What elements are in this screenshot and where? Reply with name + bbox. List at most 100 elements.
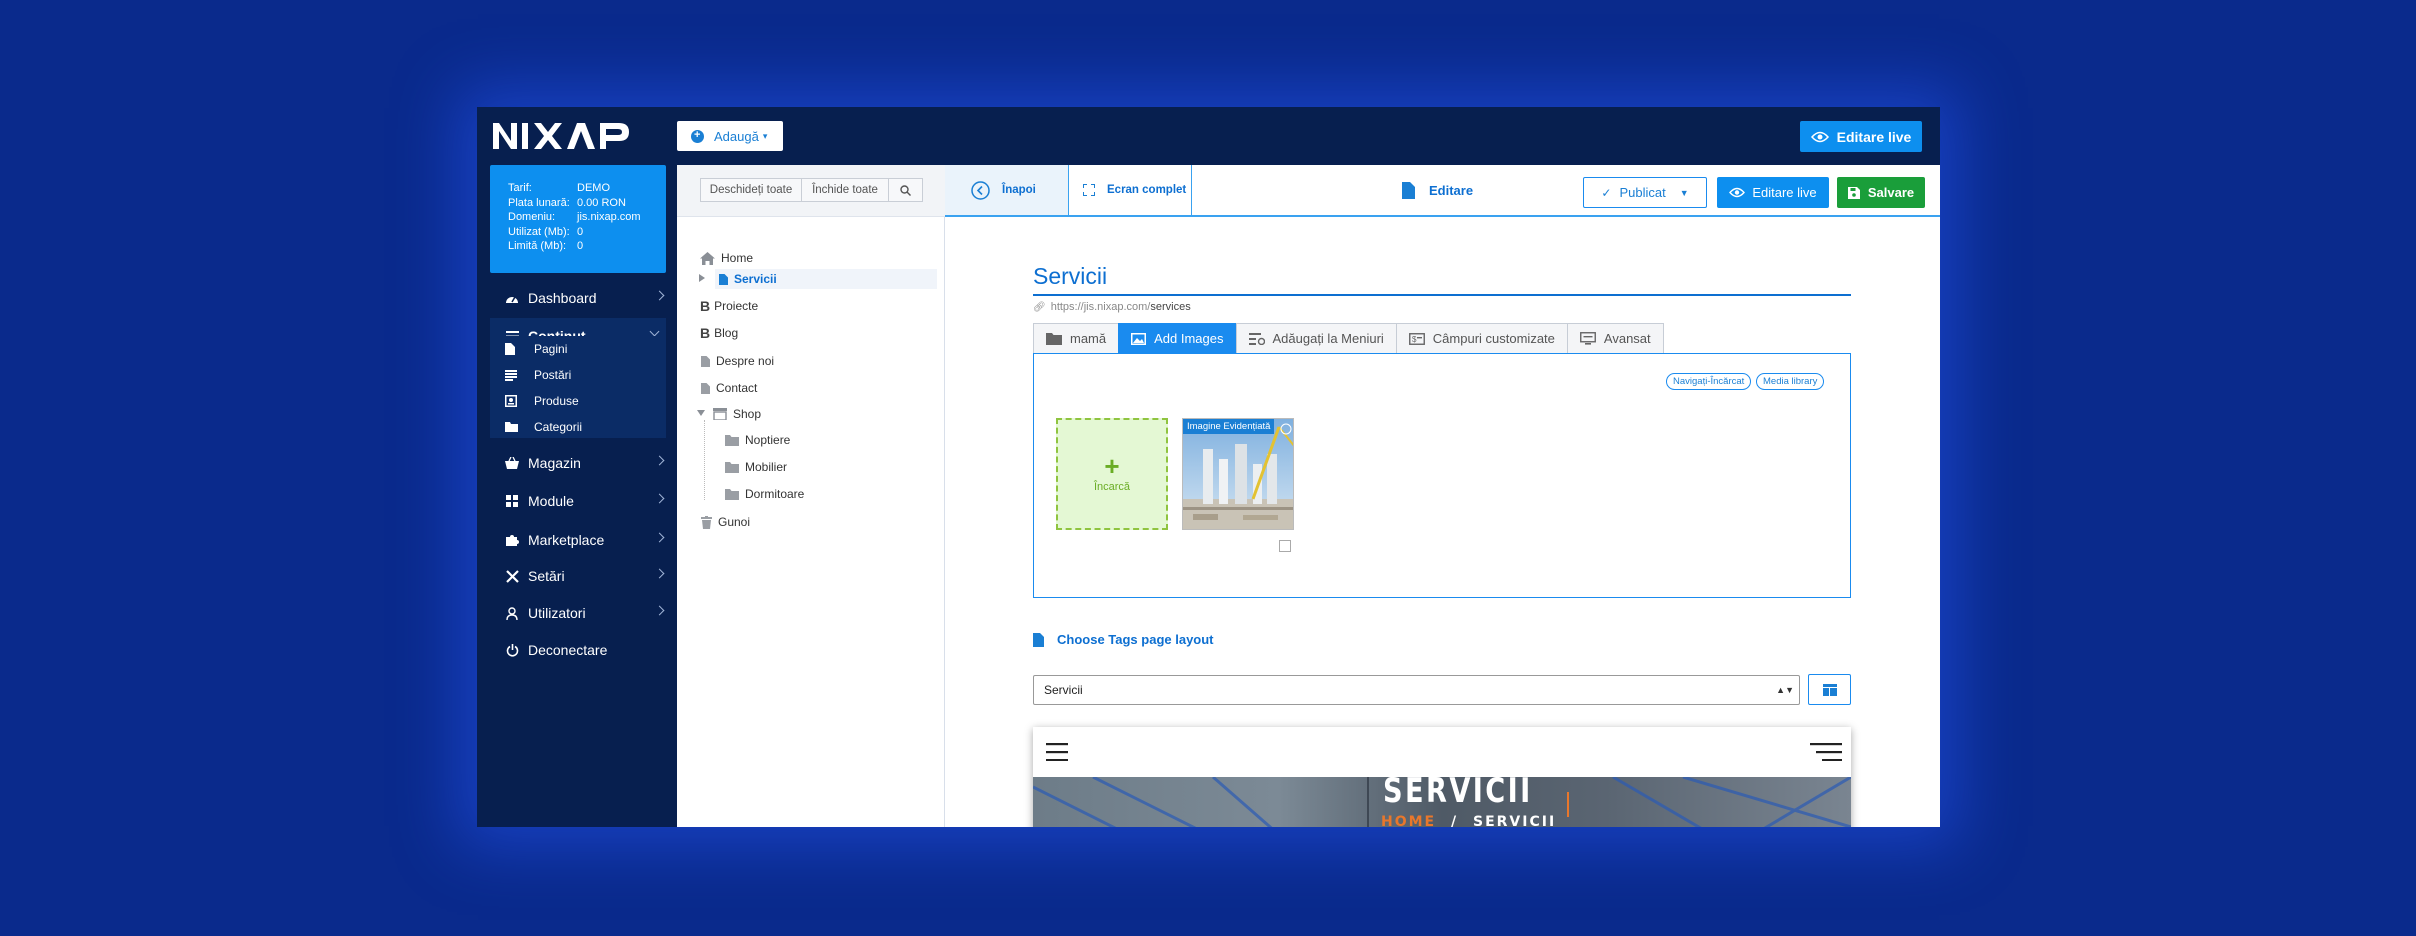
content-submenu: Pagini Postări Produse Categorii — [490, 336, 666, 438]
tree-node-shop[interactable]: Shop — [713, 404, 761, 424]
sidebar-subitem-pagini[interactable]: Pagini — [490, 336, 666, 362]
layout-picker-button[interactable] — [1808, 674, 1851, 705]
page-title-input[interactable]: Servicii — [1033, 263, 1851, 296]
construction-photo — [1183, 419, 1293, 529]
page-icon — [701, 355, 710, 367]
live-edit-top-label: Editare live — [1836, 128, 1912, 145]
preview-breadcrumb: HOME / SERVICII — [1381, 814, 1557, 827]
tree-toolbar: Deschideți toate Închide toate — [677, 165, 945, 217]
tree-node-proiecte[interactable]: B Proiecte — [700, 296, 758, 316]
sidebar-subitem-postari[interactable]: Postări — [490, 362, 666, 388]
edit-toolbar: Înapoi Ecran complet Editare ✓ Publicat … — [945, 165, 1940, 217]
folder-icon — [725, 488, 739, 500]
tree-node-blog[interactable]: B Blog — [700, 323, 738, 343]
puzzle-icon — [505, 533, 519, 547]
document-icon — [1033, 632, 1044, 647]
tree-node-despre-noi[interactable]: Despre noi — [701, 351, 774, 371]
tree-node-noptiere[interactable]: Noptiere — [725, 430, 790, 450]
grid-icon — [505, 494, 519, 508]
live-edit-top-button[interactable]: Editare live — [1800, 121, 1922, 152]
sidebar-subitem-produse[interactable]: Produse — [490, 388, 666, 414]
plan-row: Limită (Mb): 0 — [508, 240, 584, 252]
plan-info-box: Tarif: DEMO Plata lunară: 0.00 RON Domeniu… — [490, 165, 666, 273]
tab-add-images[interactable]: Add Images — [1118, 323, 1237, 353]
preview-hero-title: SERVICII — [1383, 771, 1533, 811]
user-icon — [505, 606, 519, 620]
tab-avansat[interactable]: Avansat — [1566, 323, 1664, 353]
custom-fields-icon: $ — [1408, 332, 1425, 345]
layout-icon — [1822, 683, 1837, 696]
collapse-arrow-icon[interactable] — [697, 410, 705, 416]
bold-b-icon: B — [700, 298, 711, 314]
basket-icon — [505, 456, 519, 470]
tree-node-contact[interactable]: Contact — [701, 378, 757, 398]
save-button[interactable]: Salvare — [1837, 177, 1925, 208]
tree-node-mobilier[interactable]: Mobilier — [725, 457, 787, 477]
tab-mama[interactable]: mamă — [1033, 323, 1120, 353]
trash-icon — [701, 515, 712, 529]
tree-search-button[interactable] — [888, 178, 923, 202]
link-icon: 🔗︎ — [1033, 301, 1046, 313]
editor-tabs: mamă Add Images Adăugați la Meniuri $ Câ… — [1033, 323, 1664, 353]
sidebar-item-marketplace[interactable]: Marketplace — [477, 522, 677, 558]
sidebar-item-setari[interactable]: Setări — [477, 558, 677, 594]
cms-window: Adaugă ▾ Editare live Tarif:DEMO Plata l… — [477, 107, 1940, 827]
tree-node-home[interactable]: Home — [700, 248, 753, 268]
check-icon: ✓ — [1601, 185, 1612, 200]
expand-icon — [1083, 184, 1095, 196]
image-icon — [1131, 332, 1147, 345]
gauge-icon — [505, 291, 519, 305]
editor-main: Servicii 🔗︎ https://jis.nixap.com/servic… — [945, 217, 1940, 827]
tree-node-gunoi[interactable]: Gunoi — [701, 512, 750, 532]
featured-image-checkbox[interactable] — [1279, 540, 1291, 552]
page-url[interactable]: 🔗︎ https://jis.nixap.com/services — [1033, 301, 1191, 313]
floppy-disk-icon — [1847, 186, 1860, 199]
sidebar-item-dashboard[interactable]: Dashboard — [477, 280, 677, 316]
nixap-logo[interactable] — [491, 121, 636, 151]
back-button[interactable]: Înapoi — [945, 165, 1069, 215]
featured-image-badge: Imagine Evidențiată — [1183, 419, 1275, 434]
folder-icon — [1046, 332, 1062, 345]
menu-lines-icon[interactable] — [1810, 743, 1842, 761]
caret-down-icon: ▼ — [1679, 187, 1689, 198]
tree-node-dormitoare[interactable]: Dormitoare — [725, 484, 804, 504]
sidebar-subitem-categorii[interactable]: Categorii — [490, 414, 666, 440]
close-all-button[interactable]: Închide toate — [801, 178, 889, 202]
add-button[interactable]: Adaugă ▾ — [677, 121, 783, 151]
folder-icon — [725, 461, 739, 473]
posts-icon — [505, 369, 519, 381]
media-library-button[interactable]: Media library — [1756, 373, 1825, 390]
tab-add-to-menus[interactable]: Adăugați la Meniuri — [1235, 323, 1397, 353]
open-all-button[interactable]: Deschideți toate — [700, 178, 802, 202]
upload-dropzone[interactable]: + Încarcă — [1056, 418, 1168, 530]
sidebar-item-magazin[interactable]: Magazin — [477, 445, 677, 481]
layout-select[interactable]: Servicii ▲▼ — [1033, 675, 1800, 705]
expand-arrow-icon[interactable] — [699, 274, 705, 282]
featured-image-thumbnail[interactable]: Imagine Evidențiată — [1182, 418, 1294, 530]
hamburger-icon[interactable] — [1046, 743, 1068, 761]
browse-upload-button[interactable]: Navigați-Încărcat — [1666, 373, 1752, 390]
menu-add-icon — [1248, 332, 1265, 345]
preview-header — [1033, 727, 1851, 777]
chevron-down-icon: ▾ — [762, 130, 768, 141]
tags-layout-link[interactable]: Choose Tags page layout — [1033, 632, 1214, 647]
fullscreen-button[interactable]: Ecran complet — [1069, 165, 1192, 215]
sidebar-item-utilizatori[interactable]: Utilizatori — [477, 595, 677, 631]
select-arrows-icon: ▲▼ — [1776, 685, 1794, 695]
tree-node-servicii[interactable]: Servicii — [715, 269, 937, 289]
monitor-icon — [1579, 332, 1596, 345]
search-icon — [900, 184, 911, 196]
edit-mode-label: Editare — [1402, 182, 1473, 199]
sidebar-item-module[interactable]: Module — [477, 483, 677, 519]
publish-status-dropdown[interactable]: ✓ Publicat ▼ — [1583, 177, 1707, 208]
folder-icon — [725, 434, 739, 446]
sidebar-item-deconectare[interactable]: Deconectare — [477, 632, 677, 668]
live-edit-button[interactable]: Editare live — [1717, 177, 1829, 208]
product-icon — [505, 395, 519, 407]
tab-custom-fields[interactable]: $ Câmpuri customizate — [1395, 323, 1568, 353]
document-icon — [1402, 182, 1415, 199]
images-panel: Navigați-Încărcat Media library + Încarc… — [1033, 353, 1851, 598]
page-tree-panel: Deschideți toate Închide toate Home Serv… — [677, 165, 945, 827]
power-icon — [505, 643, 519, 657]
home-icon — [700, 251, 715, 265]
